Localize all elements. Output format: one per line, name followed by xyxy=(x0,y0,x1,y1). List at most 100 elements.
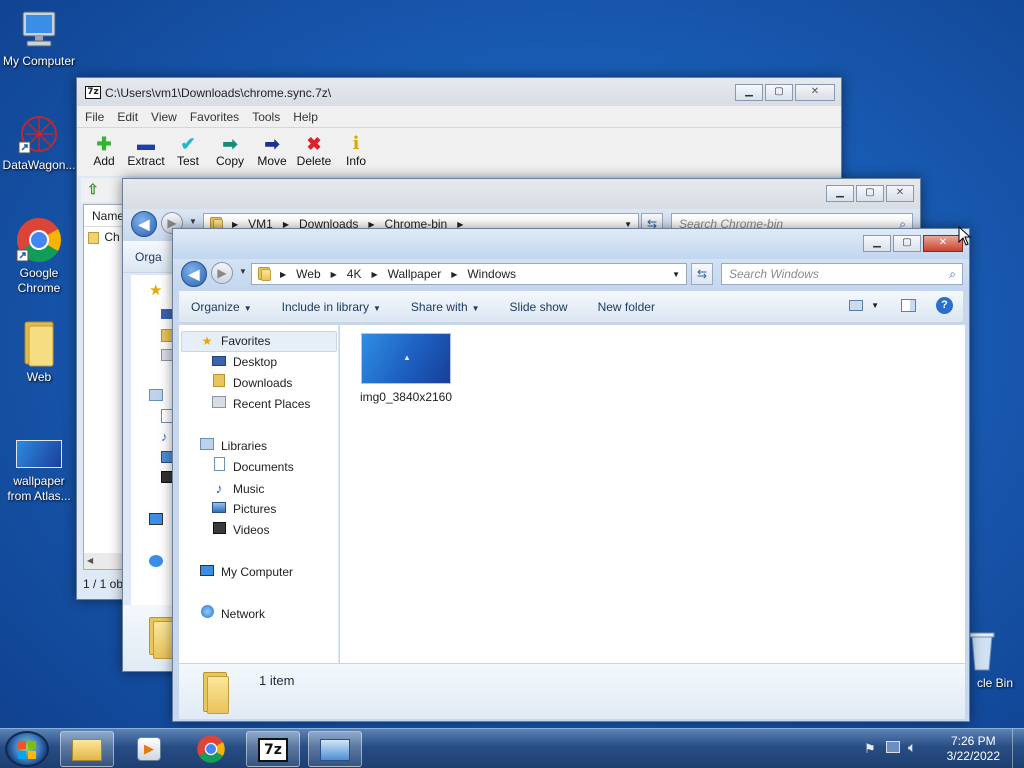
network-status-icon[interactable] xyxy=(886,741,900,753)
file-content-area[interactable]: ▲ img0_3840x2160 xyxy=(340,325,965,663)
breadcrumb-web[interactable]: Web xyxy=(296,267,320,281)
explorer-back-titlebar[interactable]: ▁ ▢ ✕ xyxy=(123,179,920,209)
nav-favorites[interactable]: ★ Favorites xyxy=(199,331,271,351)
test-button[interactable]: ✔ Test xyxy=(167,128,209,176)
address-bar[interactable]: ▶ Web ▶ 4K ▶ Wallpaper ▶ Windows ▼ xyxy=(251,263,687,285)
menu-favorites[interactable]: Favorites xyxy=(190,110,239,124)
minimize-icon: ▁ xyxy=(873,237,881,248)
minimize-button[interactable]: ▁ xyxy=(735,84,763,101)
help-icon[interactable]: ? xyxy=(936,297,953,314)
add-button[interactable]: ✚ Add xyxy=(83,128,125,176)
volume-icon[interactable]: 🔈︎ xyxy=(908,739,916,756)
desktop-icon-wallpaper[interactable]: wallpaper from Atlas... xyxy=(0,440,78,504)
nav-network[interactable]: Network xyxy=(199,604,265,624)
move-button[interactable]: ➡ Move xyxy=(251,128,293,176)
preview-pane-icon[interactable] xyxy=(901,299,916,312)
info-label: Info xyxy=(345,154,366,168)
menu-tools[interactable]: Tools xyxy=(252,110,280,124)
show-desktop-button[interactable] xyxy=(1012,729,1024,768)
downloads-folder-icon xyxy=(211,373,227,393)
minimize-button[interactable]: ▁ xyxy=(826,185,854,202)
taskbar-media-player-button[interactable]: ▶ xyxy=(122,731,176,767)
extract-button[interactable]: ▬ Extract xyxy=(125,128,167,176)
nav-music[interactable]: ♪ Music xyxy=(211,478,265,498)
explorer-window-windows[interactable]: ▁ ▢ ✕ ◀ ▶ ▼ ▶ Web ▶ 4K ▶ Wallpaper ▶ Win… xyxy=(172,228,970,722)
back-button[interactable]: ◀ xyxy=(181,261,207,287)
nav-libraries-label: Libraries xyxy=(221,439,268,453)
breadcrumb-wallpaper[interactable]: Wallpaper xyxy=(388,267,442,281)
include-in-library-button[interactable]: Include in library ▼ xyxy=(282,300,381,314)
view-dropdown-icon[interactable]: ▼ xyxy=(871,301,879,310)
clock[interactable]: 7:26 PM 3/22/2022 xyxy=(947,734,1000,764)
taskbar-explorer-button[interactable] xyxy=(60,731,114,767)
taskbar-chrome-button[interactable] xyxy=(184,731,238,767)
breadcrumb-windows[interactable]: Windows xyxy=(467,267,516,281)
image-thumbnail: ▲ xyxy=(361,333,451,384)
file-item-img0[interactable]: ▲ img0_3840x2160 xyxy=(356,333,456,404)
menu-help[interactable]: Help xyxy=(293,110,318,124)
new-folder-button[interactable]: New folder xyxy=(598,300,655,314)
taskbar-7zip-button[interactable]: 7z xyxy=(246,731,300,767)
nav-downloads[interactable]: Downloads xyxy=(211,373,292,393)
explorer-front-titlebar[interactable]: ▁ ▢ ✕ xyxy=(173,229,969,259)
info-button[interactable]: i Info xyxy=(335,128,377,176)
forward-button[interactable]: ▶ xyxy=(211,262,233,284)
nav-recent-places-label: Recent Places xyxy=(233,397,311,411)
nav-videos-label: Videos xyxy=(233,523,270,537)
nav-documents[interactable]: Documents xyxy=(211,457,294,477)
back-button[interactable]: ◀ xyxy=(131,211,157,237)
delete-button[interactable]: ✖ Delete xyxy=(293,128,335,176)
7zip-titlebar[interactable]: 7z C:\Users\vm1\Downloads\chrome.sync.7z… xyxy=(77,78,841,106)
history-dropdown[interactable]: ▼ xyxy=(189,217,197,226)
maximize-button[interactable]: ▢ xyxy=(856,185,884,202)
include-in-library-label: Include in library xyxy=(281,299,369,314)
maximize-button[interactable]: ▢ xyxy=(893,235,921,252)
menu-view[interactable]: View xyxy=(151,110,177,124)
taskbar: ▶ 7z ⚑ 🔈︎ 7:26 PM 3/22/2022 xyxy=(0,728,1024,768)
nav-my-computer[interactable]: My Computer xyxy=(199,562,293,582)
column-header-label: Name xyxy=(92,209,125,223)
nav-videos[interactable]: Videos xyxy=(211,520,269,540)
desktop-icon-datawagon[interactable]: DataWagon... xyxy=(0,112,78,173)
desktop-icon-web-folder[interactable]: Web xyxy=(0,318,78,385)
action-center-flag-icon[interactable]: ⚑ xyxy=(864,741,876,757)
start-button[interactable] xyxy=(5,731,49,767)
status-text: 1 / 1 ob xyxy=(83,577,124,591)
maximize-button[interactable]: ▢ xyxy=(765,84,793,101)
nav-desktop[interactable]: Desktop xyxy=(211,352,277,372)
share-with-label: Share with xyxy=(410,299,468,314)
up-folder-icon[interactable]: ⇧ xyxy=(87,181,105,199)
music-icon: ♪ xyxy=(215,480,223,496)
nav-pictures[interactable]: Pictures xyxy=(211,499,276,519)
organize-button[interactable]: Orga xyxy=(135,250,162,264)
menu-file[interactable]: File xyxy=(85,110,104,124)
organize-button[interactable]: Organize ▼ xyxy=(191,300,252,314)
recent-places-icon xyxy=(211,394,227,414)
desktop-icon-google-chrome[interactable]: Google Chrome xyxy=(0,216,78,296)
close-button[interactable]: ✕ xyxy=(923,235,963,252)
check-icon: ✔ xyxy=(180,134,196,154)
menu-edit[interactable]: Edit xyxy=(117,110,138,124)
nav-music-label: Music xyxy=(233,482,265,496)
minimize-button[interactable]: ▁ xyxy=(863,235,891,252)
search-box[interactable]: Search Windows ⌕ xyxy=(721,263,963,285)
desktop-icon-my-computer[interactable]: My Computer xyxy=(0,8,78,69)
desktop-icon-label: My Computer xyxy=(2,54,76,68)
slide-show-button[interactable]: Slide show xyxy=(510,300,568,314)
nav-recent-places[interactable]: Recent Places xyxy=(211,394,310,414)
close-button[interactable]: ✕ xyxy=(886,185,914,202)
recycle-bin-icon xyxy=(969,632,995,671)
copy-button[interactable]: ➡ Copy xyxy=(209,128,251,176)
taskbar-image-viewer-button[interactable] xyxy=(308,731,362,767)
7zip-menubar: File Edit View Favorites Tools Help xyxy=(77,106,841,128)
refresh-button[interactable]: ⇆ xyxy=(691,263,713,285)
share-with-button[interactable]: Share with ▼ xyxy=(411,300,480,314)
explorer-folder-icon xyxy=(72,738,102,761)
change-view-icon[interactable] xyxy=(849,300,864,311)
history-dropdown[interactable]: ▼ xyxy=(239,267,247,276)
address-dropdown-icon[interactable]: ▼ xyxy=(672,270,680,279)
close-button[interactable]: ✕ xyxy=(795,84,835,101)
nav-libraries[interactable]: Libraries xyxy=(199,436,267,456)
details-pane: 1 item xyxy=(179,663,965,719)
breadcrumb-4k[interactable]: 4K xyxy=(347,267,362,281)
